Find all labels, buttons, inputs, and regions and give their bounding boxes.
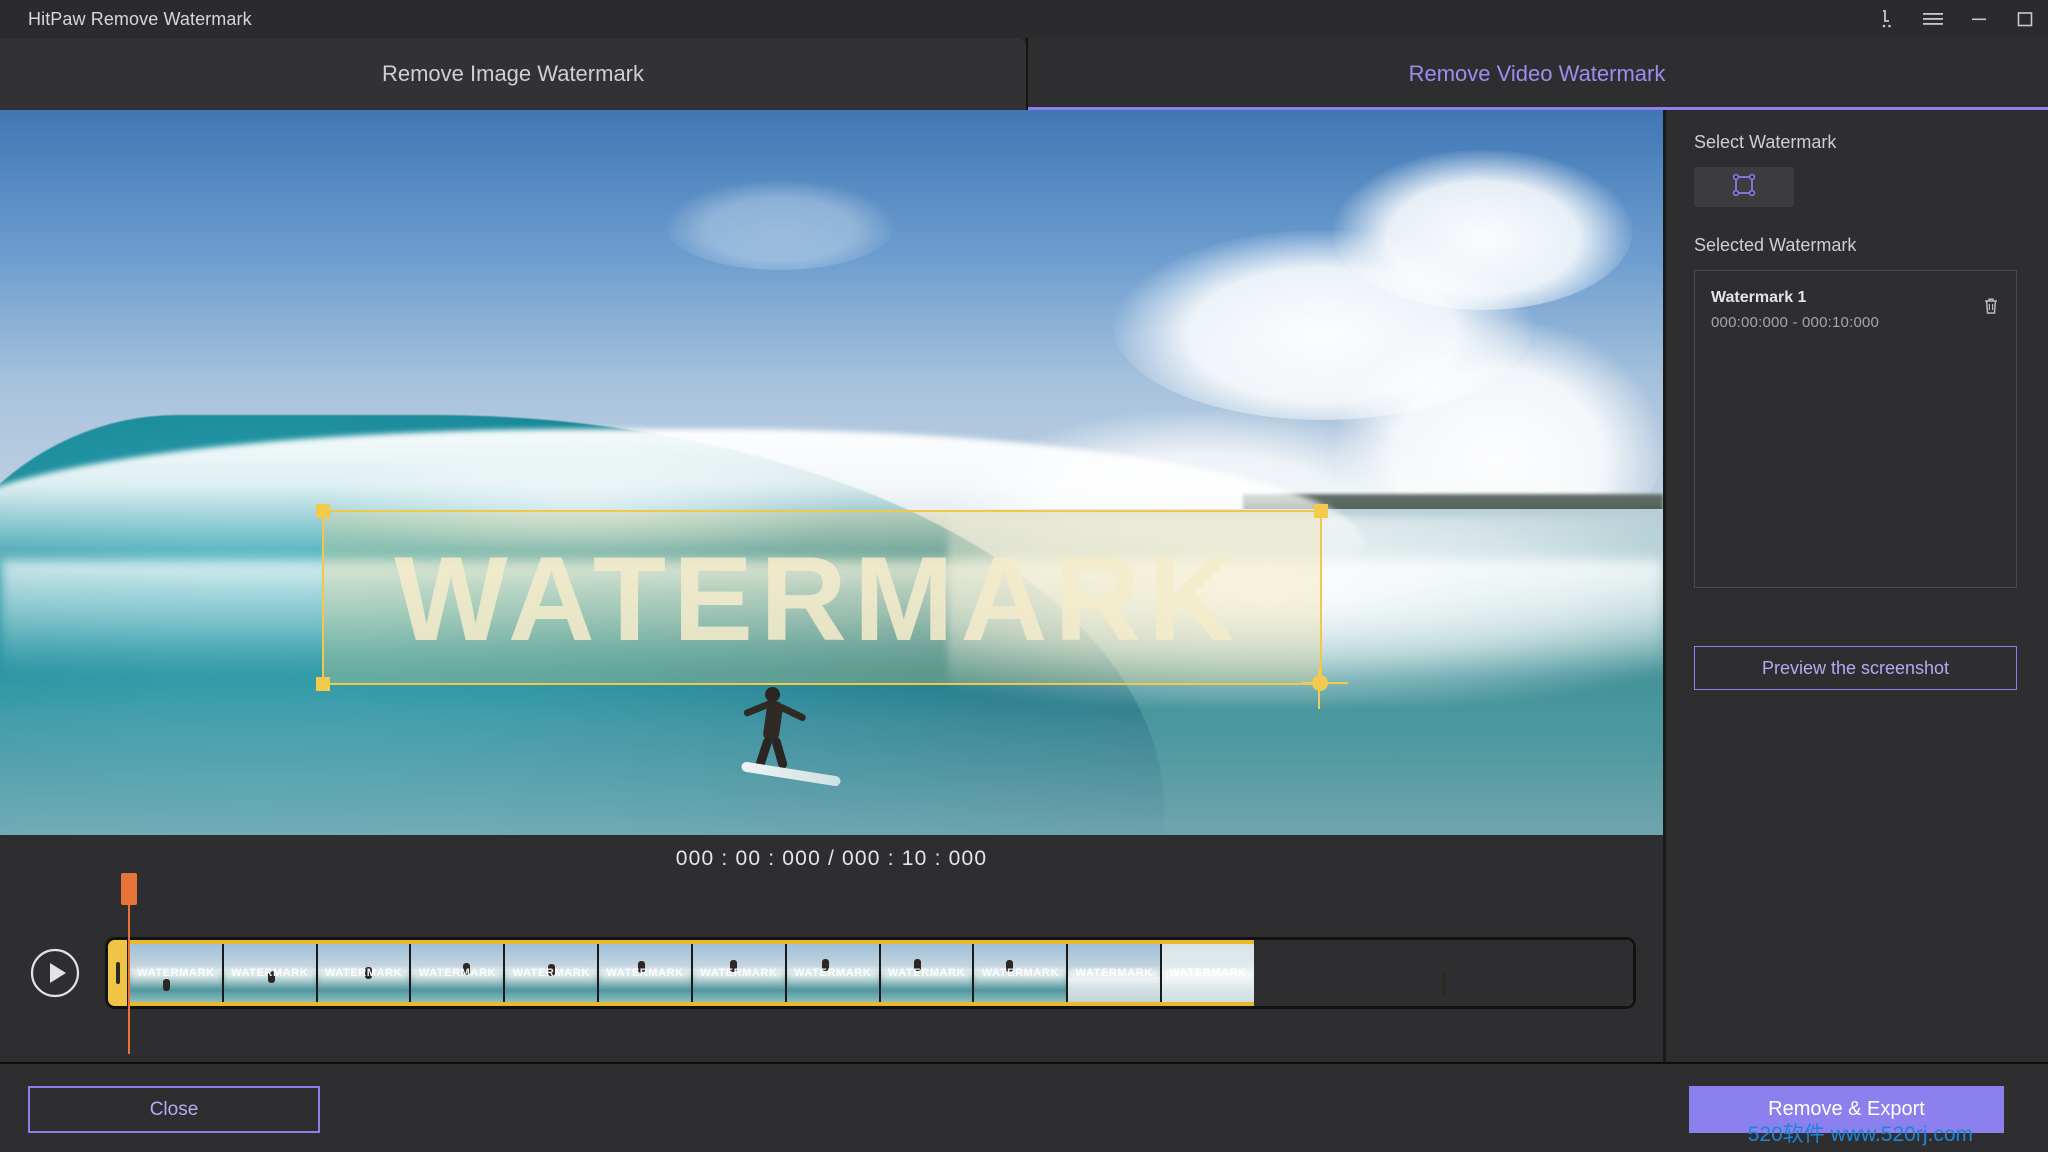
frame-watermark-label: WATERMARK bbox=[318, 967, 410, 979]
filmstrip-frame[interactable]: WATERMARK bbox=[1068, 944, 1162, 1002]
frame-watermark-label: WATERMARK bbox=[974, 967, 1066, 979]
close-button-label: Close bbox=[150, 1099, 199, 1121]
play-button[interactable] bbox=[30, 948, 80, 998]
filmstrip-frame[interactable]: WATERMARK bbox=[974, 944, 1068, 1002]
footer-bar: Close Remove & Export 520软件 www.520rj.co… bbox=[0, 1062, 2048, 1152]
close-button[interactable]: Close bbox=[28, 1086, 320, 1133]
surfer bbox=[735, 685, 845, 800]
filmstrip-frame[interactable]: WATERMARK bbox=[787, 944, 881, 1002]
filmstrip-frame[interactable]: WATERMARK bbox=[130, 944, 224, 1002]
trim-handle-right[interactable] bbox=[1254, 940, 1633, 1006]
menu-icon[interactable] bbox=[1910, 0, 1956, 38]
frame-watermark-label: WATERMARK bbox=[130, 967, 222, 979]
filmstrip[interactable]: WATERMARK WATERMARK WATERMARK bbox=[130, 944, 1254, 1002]
timeline: WATERMARK WATERMARK WATERMARK bbox=[0, 883, 1663, 1062]
frame-watermark-label: WATERMARK bbox=[411, 967, 503, 979]
list-item[interactable]: Watermark 1 000:00:000 - 000:10:000 bbox=[1695, 285, 2016, 341]
select-watermark-label: Select Watermark bbox=[1694, 132, 2017, 153]
selected-watermark-list: Watermark 1 000:00:000 - 000:10:000 bbox=[1694, 270, 2017, 588]
filmstrip-frame[interactable]: WATERMARK bbox=[411, 944, 505, 1002]
resize-handle-top-right[interactable] bbox=[1314, 504, 1328, 518]
app-title: HitPaw Remove Watermark bbox=[28, 9, 252, 30]
frame-watermark-label: WATERMARK bbox=[1162, 967, 1254, 979]
filmstrip-frame[interactable]: WATERMARK bbox=[224, 944, 318, 1002]
filmstrip-frame[interactable]: WATERMARK bbox=[318, 944, 412, 1002]
tab-image-label: Remove Image Watermark bbox=[382, 61, 644, 87]
tab-divider bbox=[1026, 38, 1028, 110]
maximize-icon[interactable] bbox=[2002, 0, 2048, 38]
frame-watermark-label: WATERMARK bbox=[881, 967, 973, 979]
watermark-item-name: Watermark 1 bbox=[1711, 289, 2000, 307]
window-controls bbox=[1864, 0, 2048, 38]
feedback-icon[interactable] bbox=[1864, 0, 1910, 38]
tab-video-label: Remove Video Watermark bbox=[1409, 61, 1666, 87]
timecode-display: 000 : 00 : 000 / 000 : 10 : 000 bbox=[676, 847, 988, 871]
tab-bar: Remove Image Watermark Remove Video Wate… bbox=[0, 38, 2048, 110]
frame-watermark-label: WATERMARK bbox=[787, 967, 879, 979]
watermark-item-range: 000:00:000 - 000:10:000 bbox=[1711, 314, 2000, 331]
site-watermark: 520软件 www.520rj.com bbox=[1748, 1118, 1973, 1148]
editor-left-pane: WATERMARK 000 : 00 : 000 / 000 : 10 : 00… bbox=[0, 110, 1666, 1062]
selection-box-icon bbox=[1731, 172, 1757, 203]
watermark-selection-box[interactable] bbox=[322, 510, 1322, 685]
filmstrip-frame[interactable]: WATERMARK bbox=[599, 944, 693, 1002]
minimize-icon[interactable] bbox=[1956, 0, 2002, 38]
preview-screenshot-label: Preview the screenshot bbox=[1762, 658, 1949, 679]
playhead-knob[interactable] bbox=[121, 873, 137, 905]
frame-watermark-label: WATERMARK bbox=[224, 967, 316, 979]
selected-watermark-label: Selected Watermark bbox=[1694, 235, 2017, 256]
filmstrip-frame[interactable]: WATERMARK bbox=[881, 944, 975, 1002]
cloud bbox=[665, 180, 895, 270]
timeline-clip[interactable]: WATERMARK WATERMARK WATERMARK bbox=[108, 940, 1633, 1006]
tab-remove-video-watermark[interactable]: Remove Video Watermark bbox=[1026, 38, 2048, 110]
trash-icon[interactable] bbox=[1978, 293, 2004, 319]
resize-handle-bottom-right[interactable] bbox=[1312, 675, 1328, 691]
video-frame-image bbox=[0, 110, 1663, 835]
trim-handle-left[interactable] bbox=[108, 940, 130, 1006]
watermark-panel: Select Watermark Selected Watermark Wate… bbox=[1666, 110, 2045, 1062]
filmstrip-frame[interactable]: WATERMARK bbox=[1162, 944, 1254, 1002]
selection-tool-button[interactable] bbox=[1694, 167, 1794, 207]
video-preview[interactable]: WATERMARK bbox=[0, 110, 1663, 835]
filmstrip-frame[interactable]: WATERMARK bbox=[505, 944, 599, 1002]
filmstrip-frame[interactable]: WATERMARK bbox=[693, 944, 787, 1002]
tab-remove-image-watermark[interactable]: Remove Image Watermark bbox=[0, 38, 1026, 110]
preview-screenshot-button[interactable]: Preview the screenshot bbox=[1694, 646, 2017, 690]
title-bar: HitPaw Remove Watermark bbox=[0, 0, 2048, 38]
main-body: WATERMARK 000 : 00 : 000 / 000 : 10 : 00… bbox=[0, 110, 2048, 1062]
playhead[interactable] bbox=[128, 895, 130, 1054]
app-window: HitPaw Remove Watermark bbox=[0, 0, 2048, 1152]
frame-watermark-label: WATERMARK bbox=[693, 967, 785, 979]
frame-watermark-label: WATERMARK bbox=[599, 967, 691, 979]
timecode-bar: 000 : 00 : 000 / 000 : 10 : 000 bbox=[0, 835, 1663, 883]
resize-handle-top-left[interactable] bbox=[316, 504, 330, 518]
frame-watermark-label: WATERMARK bbox=[505, 967, 597, 979]
resize-handle-bottom-left[interactable] bbox=[316, 677, 330, 691]
frame-watermark-label: WATERMARK bbox=[1068, 967, 1160, 979]
